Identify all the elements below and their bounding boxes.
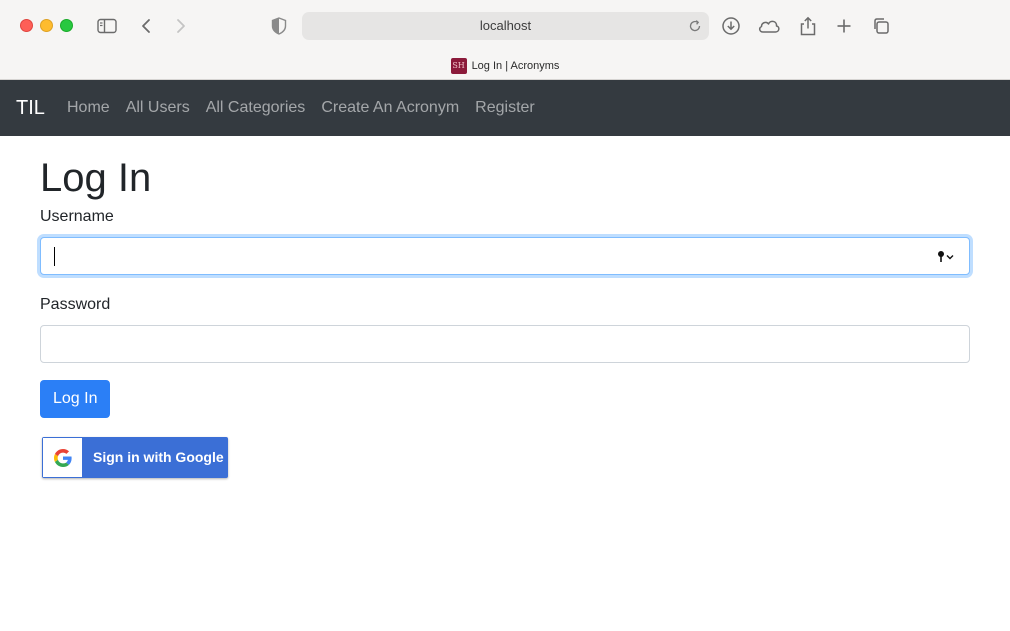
login-form: Log In Username Password Log In Sign in … [40, 136, 970, 478]
google-logo-icon [43, 438, 82, 477]
tab-title: Log In | Acronyms [471, 60, 560, 72]
google-button-label: Sign in with Google [93, 449, 224, 465]
login-button[interactable]: Log In [40, 380, 111, 418]
password-field-wrapper [40, 325, 970, 363]
nav-link-all-users[interactable]: All Users [118, 80, 198, 136]
password-autofill-key-icon[interactable] [937, 249, 957, 265]
forward-arrow-icon[interactable] [169, 14, 193, 38]
username-field[interactable] [41, 238, 969, 274]
password-field[interactable] [41, 326, 969, 362]
browser-toolbar: localhost SH Log In | Acronyms [0, 0, 1010, 80]
text-caret [54, 247, 55, 266]
close-window-button[interactable] [20, 19, 33, 32]
address-bar[interactable]: localhost [302, 12, 709, 40]
sidebar-toggle-icon[interactable] [95, 14, 119, 38]
password-label: Password [40, 296, 111, 313]
nav-link-create-acronym[interactable]: Create An Acronym [313, 80, 467, 136]
google-signin-button[interactable]: Sign in with Google [42, 437, 228, 478]
nav-link-all-categories[interactable]: All Categories [198, 80, 314, 136]
minimize-window-button[interactable] [40, 19, 53, 32]
url-text: localhost [479, 18, 532, 33]
username-label: Username [40, 208, 114, 225]
maximize-window-button[interactable] [60, 19, 73, 32]
site-navbar: TIL Home All Users All Categories Create… [0, 80, 1010, 136]
nav-link-register[interactable]: Register [467, 80, 543, 136]
navbar-brand[interactable]: TIL [16, 80, 45, 136]
site-favicon: SH [450, 58, 467, 74]
download-icon[interactable] [719, 14, 743, 38]
username-field-wrapper [40, 237, 970, 275]
active-tab[interactable]: SH Log In | Acronyms [0, 54, 1010, 78]
tab-overview-icon[interactable] [869, 14, 893, 38]
back-arrow-icon[interactable] [134, 14, 158, 38]
icloud-icon[interactable] [757, 14, 781, 38]
navbar-links: Home All Users All Categories Create An … [59, 80, 543, 136]
share-icon[interactable] [796, 14, 820, 38]
new-tab-icon[interactable] [832, 14, 856, 38]
nav-link-home[interactable]: Home [59, 80, 118, 136]
privacy-shield-icon[interactable] [267, 14, 291, 38]
reload-icon[interactable] [687, 18, 703, 34]
page-title: Log In [40, 156, 152, 200]
